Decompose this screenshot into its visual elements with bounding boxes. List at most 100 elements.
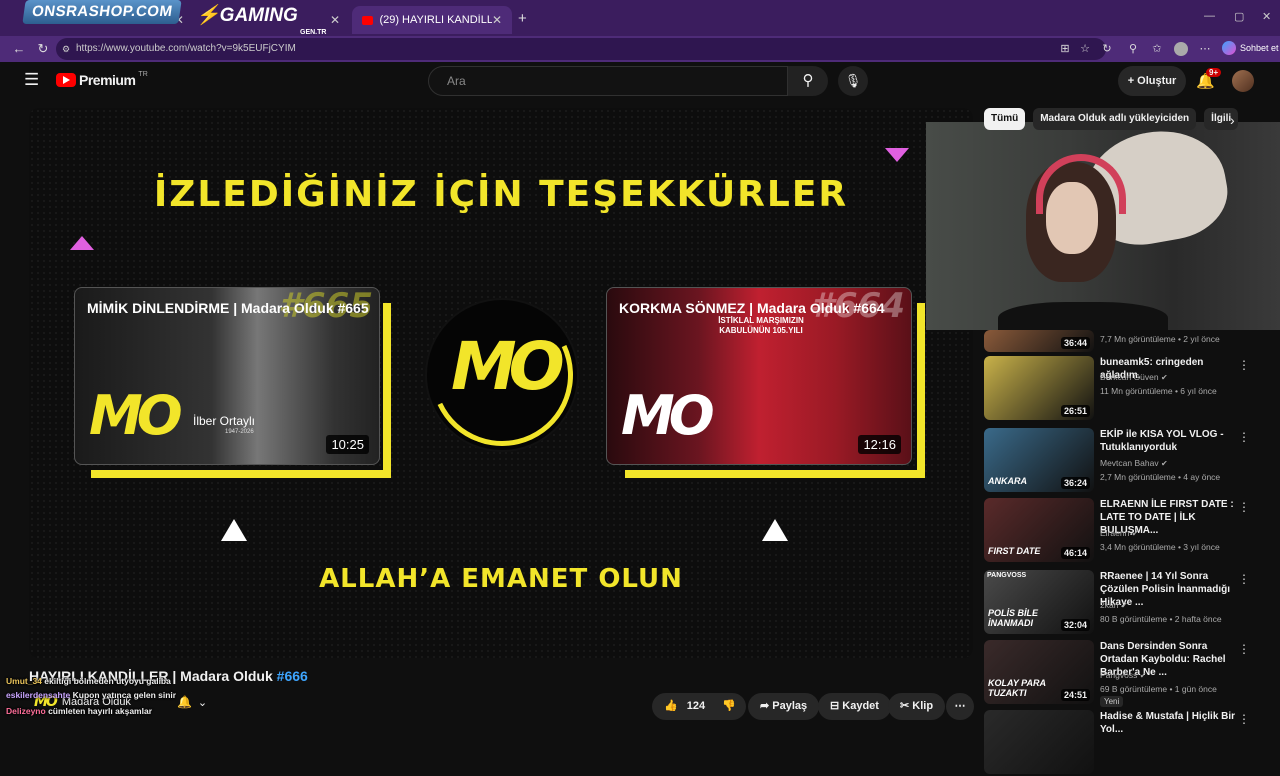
more-options-icon[interactable]: ⋮: [1238, 712, 1250, 726]
extensions-icon[interactable]: ⚲: [1124, 40, 1142, 58]
clip-button[interactable]: ✂ Klip: [888, 693, 946, 720]
endcard-caption: İSTİKLAL MARŞIMIZIN KABULÜNÜN 105.YILI: [718, 316, 804, 335]
like-dislike-group: 👍 124 👎: [652, 693, 746, 720]
channel-name[interactable]: Pangvoss ✔: [1100, 670, 1146, 680]
hamburger-menu-icon[interactable]: ☰: [24, 70, 39, 90]
pink-triangle-decoration: [70, 236, 94, 250]
sidebar-video-item[interactable]: KOLAY PARA TUZAKTI 24:51 Dans Dersinden So…: [984, 640, 1264, 707]
video-player[interactable]: İZLEDİĞİNİZ İÇİN TEŞEKKÜRLER MİMİK DİNLE…: [29, 108, 973, 658]
endcard-video-664[interactable]: KORKMA SÖNMEZ | Madara Olduk #664 #664 İ…: [606, 287, 912, 465]
endcard-caption-sub: 1947-2026: [225, 429, 254, 435]
endcard-title: MİMİK DİNLENDİRME | Madara Olduk #665: [87, 300, 369, 316]
share-button[interactable]: ➦ Paylaş: [748, 693, 820, 720]
like-count[interactable]: 124: [687, 700, 705, 712]
video-hashtag[interactable]: #666: [277, 668, 308, 684]
notification-bell-icon[interactable]: 🔔: [177, 695, 192, 709]
webcam-overlay: [926, 122, 1280, 330]
more-options-icon[interactable]: ⋮: [1238, 572, 1250, 586]
thumbnail-text: KOLAY PARA TUZAKTI: [988, 678, 1046, 698]
video-meta: 2,7 Mn görüntüleme • 4 ay önce: [1100, 472, 1221, 482]
endcard-video-665[interactable]: MİMİK DİNLENDİRME | Madara Olduk #665 #6…: [74, 287, 380, 465]
bookmark-star-icon[interactable]: ☆: [1076, 40, 1094, 58]
yellow-frame: [625, 470, 925, 478]
more-options-icon[interactable]: ⋮: [1238, 358, 1250, 372]
sidebar-video-item[interactable]: FIRST DATE 46:14 ELRAENN İLE FIRST DATE : …: [984, 498, 1264, 564]
thanks-text: İZLEDİĞİNİZ İÇİN TEŞEKKÜRLER: [153, 174, 849, 215]
search-icon[interactable]: ⚲: [788, 66, 828, 96]
youtube-play-icon: [56, 73, 76, 87]
like-icon[interactable]: 👍: [664, 700, 678, 712]
copilot-chat-button[interactable]: Sohbet et: [1222, 41, 1279, 55]
profile-avatar-icon[interactable]: [1174, 42, 1188, 56]
more-options-icon[interactable]: ⋮: [1238, 430, 1250, 444]
video-thumbnail[interactable]: KOLAY PARA TUZAKTI 24:51: [984, 640, 1094, 704]
save-icon: ⊟: [830, 700, 840, 712]
chevron-down-icon[interactable]: ⌄: [198, 696, 207, 709]
minimize-icon[interactable]: —: [1204, 10, 1215, 22]
save-button[interactable]: ⊟ Kaydet: [818, 693, 891, 720]
verified-icon: ✔: [1160, 373, 1168, 382]
install-icon[interactable]: ⊞: [1056, 40, 1074, 58]
channel-name[interactable]: Mevtcan Bahav ✔: [1100, 458, 1168, 468]
thumbnail-text: PANGVOSS: [987, 572, 1027, 579]
search-input[interactable]: Ara: [428, 66, 788, 96]
chip-uploader[interactable]: Madara Olduk adlı yükleyiciden: [1033, 108, 1197, 130]
close-icon[interactable]: ✕: [492, 13, 502, 27]
refresh-page-icon[interactable]: ↻: [1098, 40, 1116, 58]
back-icon[interactable]: ←: [10, 40, 28, 58]
dislike-icon[interactable]: 👎: [722, 700, 736, 712]
channel-name[interactable]: Berkcan Güven ✔: [1100, 372, 1168, 382]
chip-all[interactable]: Tümü: [984, 108, 1026, 130]
microphone-icon[interactable]: 🎙: [838, 66, 868, 96]
browser-tab-bar: Dashboard ✕ ✕ (29) HAYIRLI KANDİLLER | M…: [0, 0, 1280, 36]
goodbye-text: ALLAH’A EMANET OLUN: [319, 564, 683, 594]
sidebar-video-item[interactable]: ANKARA 36:24 EKİP ile KISA YOL VLOG - Tutu…: [984, 428, 1264, 494]
reload-icon[interactable]: ↻: [34, 40, 52, 58]
video-thumbnail[interactable]: ANKARA 36:24: [984, 428, 1094, 492]
youtube-logo[interactable]: Premium TR: [56, 71, 148, 88]
video-title[interactable]: EKİP ile KISA YOL VLOG - Tutuklanıyorduk: [1100, 428, 1240, 454]
yellow-frame: [383, 303, 391, 478]
video-meta: 3,4 Mn görüntüleme • 3 yıl önce: [1100, 542, 1220, 552]
site-info-icon[interactable]: ⚙: [62, 38, 70, 60]
channel-name[interactable]: Elraenn ✔: [1100, 528, 1138, 538]
endcard-duration: 12:16: [858, 435, 901, 454]
new-tab-icon[interactable]: +: [518, 10, 527, 27]
url-field[interactable]: ⚙ https://www.youtube.com/watch?v=9k5EUF…: [56, 38, 1106, 60]
thumbnail-text: ANKARA: [988, 476, 1027, 486]
video-meta: 80 B görüntüleme • 2 hafta önce: [1100, 614, 1222, 624]
white-arrow-decoration: [221, 519, 247, 541]
maximize-icon[interactable]: ▢: [1234, 10, 1244, 23]
chat-message: Umut_34 ekiltiği bölmeden utyoyu galiba: [6, 676, 171, 686]
share-icon: ➦: [760, 700, 770, 712]
account-avatar[interactable]: [1232, 70, 1254, 92]
white-arrow-decoration: [762, 519, 788, 541]
video-duration: 46:14: [1060, 547, 1090, 559]
more-menu-icon[interactable]: ⋯: [1196, 40, 1214, 58]
sidebar-video-item[interactable]: PANGVOSS POLİS BİLE İNANMADI 32:04 RRaenee …: [984, 570, 1264, 636]
thumbnail-text: FIRST DATE: [988, 546, 1041, 556]
favorites-icon[interactable]: ✩: [1148, 40, 1166, 58]
more-options-icon[interactable]: ⋮: [1238, 500, 1250, 514]
thumbnail-text: POLİS BİLE İNANMADI: [988, 608, 1039, 628]
more-actions-icon[interactable]: ⋯: [946, 693, 974, 720]
video-duration: 26:51: [1060, 405, 1090, 417]
more-options-icon[interactable]: ⋮: [1238, 642, 1250, 656]
pink-triangle-decoration: [885, 148, 909, 162]
center-logo: MO: [451, 328, 565, 405]
channel-name[interactable]: 2kan ✔: [1100, 600, 1128, 610]
video-title[interactable]: Hadise & Mustafa | Hiçlik Bir Yol...: [1100, 710, 1240, 736]
tab-youtube[interactable]: (29) HAYIRLI KANDİLLER | Madara ✕: [352, 6, 512, 34]
create-button[interactable]: + Oluştur: [1118, 66, 1186, 96]
video-meta: 69 B görüntüleme • 1 gün önce: [1100, 684, 1217, 694]
verified-icon: ✔: [1131, 529, 1139, 538]
video-thumbnail[interactable]: 36:44: [984, 330, 1094, 352]
verified-icon: ✔: [1139, 671, 1147, 680]
video-thumbnail[interactable]: 26:51: [984, 356, 1094, 420]
video-thumbnail[interactable]: PANGVOSS POLİS BİLE İNANMADI 32:04: [984, 570, 1094, 634]
chevron-right-icon[interactable]: ›: [1230, 112, 1235, 128]
video-thumbnail[interactable]: FIRST DATE 46:14: [984, 498, 1094, 562]
sidebar-video-item[interactable]: 26:51 buneamk5: cringeden ağladım. Berkcan…: [984, 356, 1264, 422]
sidebar-video-item[interactable]: 36:44 7,7 Mn görüntüleme • 2 yıl önce: [984, 330, 1264, 352]
window-close-icon[interactable]: ✕: [1262, 10, 1271, 23]
